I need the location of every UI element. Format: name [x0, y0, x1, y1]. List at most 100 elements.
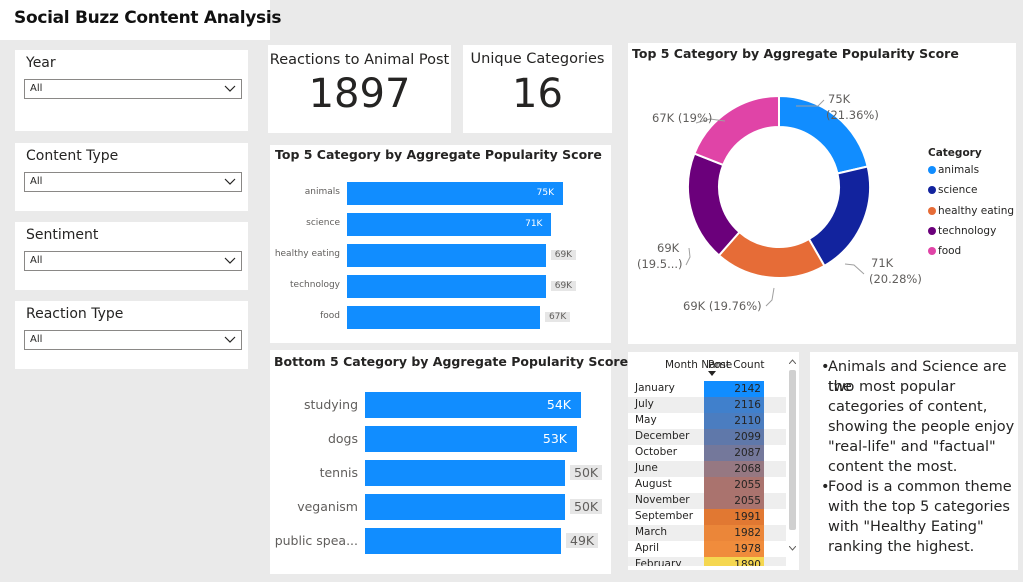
data-label: 69K — [550, 281, 577, 291]
table-row[interactable]: April 1978 — [628, 541, 786, 557]
legend-label: science — [938, 184, 978, 196]
sentiment-slicer: Sentiment All — [15, 222, 248, 290]
month-cell: March — [635, 526, 668, 538]
technology-dot-icon — [928, 226, 936, 235]
top5-bar-chart[interactable]: Top 5 Category by Aggregate Popularity S… — [270, 145, 611, 343]
chevron-down-icon — [224, 85, 236, 92]
bar[interactable] — [365, 460, 565, 486]
donut-slice-food[interactable] — [693, 94, 780, 167]
legend-item-science[interactable]: science — [928, 184, 978, 196]
reactions-kpi-label: Reactions to Animal Post — [269, 52, 450, 68]
content-type-dropdown-value: All — [30, 176, 43, 187]
data-label: 67K — [544, 312, 571, 322]
post-count-cell: 2087 — [704, 445, 764, 461]
legend-item-technology[interactable]: technology — [928, 225, 996, 237]
bullet-text: categories of content, — [828, 399, 988, 415]
data-label: 71K — [525, 219, 543, 229]
post-count-cell: 1890 — [704, 557, 764, 566]
reaction-type-slicer-label: Reaction Type — [26, 306, 124, 322]
bullet-text-start: Food is a common theme — [828, 479, 1012, 495]
table-row[interactable]: July 2116 — [628, 397, 786, 413]
leader-line — [685, 247, 691, 266]
month-cell: May — [635, 414, 657, 426]
table-row[interactable]: February 1890 — [628, 557, 786, 566]
scroll-down-icon[interactable] — [789, 546, 796, 551]
post-count-cell: 2116 — [704, 397, 764, 413]
legend-label: healthy eating — [938, 205, 1015, 217]
table-row[interactable]: December 2099 — [628, 429, 786, 445]
year-slicer: Year All — [15, 50, 248, 131]
bullet-text: with "Healthy Eating" — [828, 519, 984, 535]
post-count-cell: 2110 — [704, 413, 764, 429]
post-count-header[interactable]: Post Count — [708, 359, 765, 371]
bar[interactable] — [347, 306, 540, 329]
bullet-icon: • — [821, 479, 830, 495]
scroll-thumb[interactable] — [789, 370, 796, 530]
bullet-text: ranking the highest. — [828, 539, 975, 555]
category-label: animals — [304, 187, 340, 197]
month-cell: October — [635, 446, 678, 458]
month-cell: February — [635, 558, 682, 566]
bottom5-bar-chart[interactable]: Bottom 5 Category by Aggregate Popularit… — [270, 350, 628, 574]
table-row[interactable]: September 1991 — [628, 509, 786, 525]
data-label: 49K — [566, 533, 599, 548]
bullet-text: with the top 5 categories — [828, 499, 1010, 515]
category-label: technology — [290, 280, 340, 290]
table-row[interactable]: January 2142 — [628, 381, 786, 397]
table-scrollbar[interactable] — [788, 356, 797, 556]
data-label: 50K — [570, 499, 603, 514]
top5-donut-chart[interactable]: Top 5 Category by Aggregate Popularity S… — [628, 43, 1016, 344]
legend-label: technology — [938, 225, 997, 237]
table-row[interactable]: August 2055 — [628, 477, 786, 493]
bullet-text: two most popular — [828, 379, 956, 395]
month-cell: December — [635, 430, 690, 442]
post-count-cell: 1991 — [704, 509, 764, 525]
donut-slice-technology[interactable] — [687, 152, 741, 257]
sentiment-dropdown[interactable]: All — [24, 251, 242, 271]
reaction-type-dropdown-value: All — [30, 334, 43, 345]
category-label: dogs — [327, 431, 358, 446]
content-type-dropdown[interactable]: All — [24, 172, 242, 192]
science-dot-icon — [928, 185, 936, 194]
scroll-up-icon[interactable] — [789, 359, 796, 364]
top5-chart-title: Top 5 Category by Aggregate Popularity S… — [275, 147, 602, 162]
reaction-type-dropdown[interactable]: All — [24, 330, 242, 350]
table-row[interactable]: November 2055 — [628, 493, 786, 509]
categories-kpi-value: 16 — [512, 71, 563, 117]
category-label: science — [306, 218, 340, 228]
post-count-cell: 1982 — [704, 525, 764, 541]
bar[interactable] — [347, 244, 546, 267]
category-label: veganism — [297, 499, 358, 514]
post-count-cell: 1978 — [704, 541, 764, 557]
bottom5-chart-title: Bottom 5 Category by Aggregate Popularit… — [274, 354, 629, 369]
categories-kpi-card: Unique Categories 16 — [463, 45, 612, 133]
leader-line — [765, 287, 775, 307]
bullet-text: content the most. — [828, 459, 958, 475]
donut-slice-healthy-eating[interactable] — [717, 230, 826, 279]
month-post-count-table[interactable]: Month Name Post Count January 2142 July 211… — [628, 352, 799, 570]
bar[interactable] — [365, 528, 561, 554]
year-slicer-label: Year — [26, 55, 56, 71]
reactions-kpi-card: Reactions to Animal Post 1897 — [268, 45, 451, 133]
donut-slice-science[interactable] — [807, 165, 871, 268]
animals-dot-icon — [928, 165, 936, 174]
leader-line — [844, 263, 865, 275]
table-row[interactable]: March 1982 — [628, 525, 786, 541]
legend-item-healthy-eating[interactable]: healthy eating — [928, 205, 1014, 217]
chevron-down-icon — [224, 336, 236, 343]
sentiment-slicer-label: Sentiment — [26, 227, 99, 243]
table-row[interactable]: May 2110 — [628, 413, 786, 429]
year-dropdown[interactable]: All — [24, 79, 242, 99]
legend-title: Category — [928, 147, 982, 159]
month-cell: July — [635, 398, 654, 410]
legend-item-food[interactable]: food — [928, 245, 961, 257]
bar[interactable] — [365, 494, 565, 520]
table-row[interactable]: June 2068 — [628, 461, 786, 477]
bar[interactable] — [347, 275, 546, 298]
bullet-icon: • — [821, 359, 830, 375]
categories-kpi-label: Unique Categories — [470, 51, 605, 67]
legend-item-animals[interactable]: animals — [928, 164, 979, 176]
table-row[interactable]: October 2087 — [628, 445, 786, 461]
healthy-eating-dot-icon — [928, 206, 936, 215]
donut-label-animals: 75K (21.36%) — [826, 92, 879, 122]
